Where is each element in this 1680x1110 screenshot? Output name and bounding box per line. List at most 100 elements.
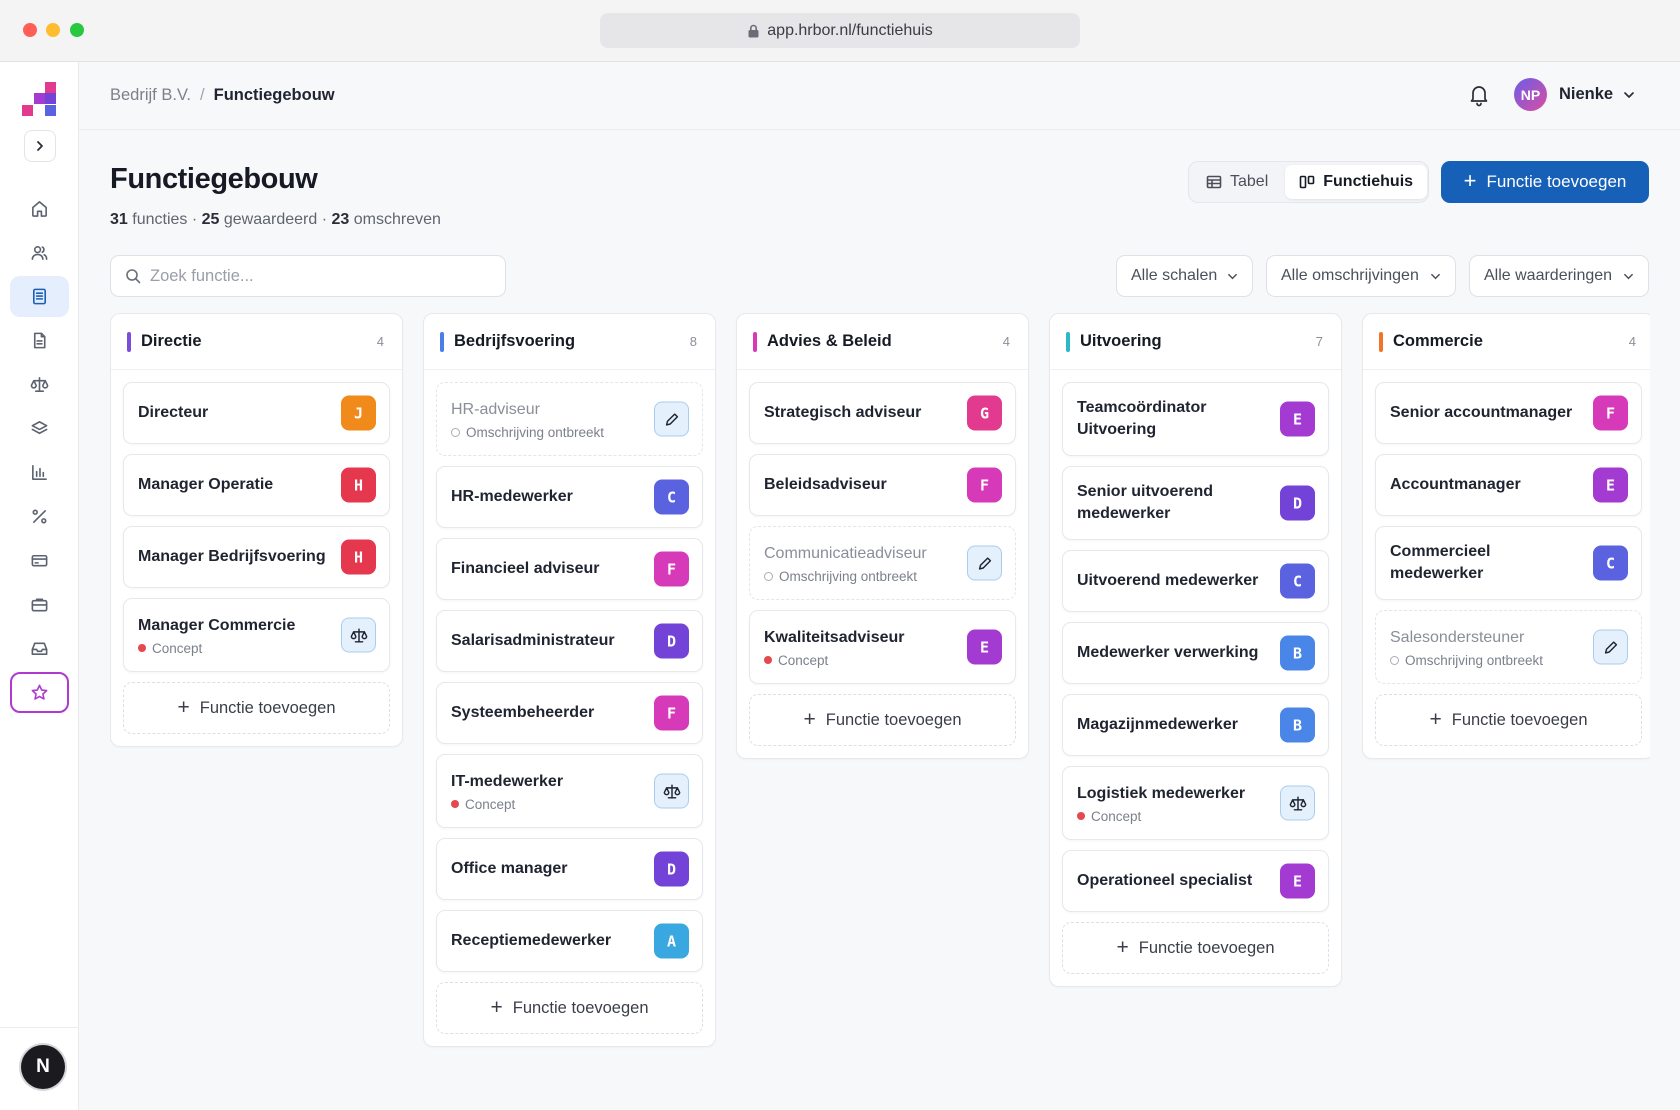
view-table-button[interactable]: Tabel [1192, 165, 1282, 199]
function-card[interactable]: Manager Commercie Concept [123, 598, 390, 672]
add-function-card[interactable]: + Functie toevoegen [1375, 694, 1642, 746]
sidebar-item-payments[interactable] [10, 540, 69, 581]
function-card[interactable]: Operationeel specialist E [1062, 850, 1329, 912]
user-avatar[interactable]: NP [1514, 78, 1547, 111]
function-card[interactable]: Financieel adviseur F [436, 538, 703, 600]
edit-description-button[interactable] [654, 401, 689, 437]
hrbor-logo[interactable] [22, 82, 56, 116]
sidebar-item-percentages[interactable] [10, 496, 69, 537]
chevron-down-icon [1624, 273, 1633, 279]
add-function-button[interactable]: + Functie toevoegen [1441, 161, 1649, 203]
close-window-button[interactable] [23, 23, 37, 37]
function-card[interactable]: IT-medewerker Concept [436, 754, 703, 828]
function-card[interactable]: Accountmanager E [1375, 454, 1642, 516]
user-name[interactable]: Nienke [1559, 85, 1613, 104]
status-text: Omschrijving ontbreekt [1405, 652, 1544, 668]
scale-badge: C [1593, 545, 1628, 581]
layers-icon [31, 421, 48, 435]
function-card[interactable]: Uitvoerend medewerker C [1062, 550, 1329, 612]
sidebar-item-layers[interactable] [10, 408, 69, 449]
maximize-window-button[interactable] [70, 23, 84, 37]
function-card[interactable]: Logistiek medewerker Concept [1062, 766, 1329, 840]
workspace-avatar[interactable]: N [21, 1045, 65, 1089]
status-text: Concept [152, 640, 203, 656]
sidebar-item-favorites[interactable] [10, 672, 69, 713]
scale-badge: F [654, 551, 689, 587]
function-name: Commercieel medewerker [1390, 543, 1491, 582]
status-label: Concept [764, 653, 1001, 668]
plus-icon: + [1463, 168, 1477, 193]
function-name: Accountmanager [1390, 476, 1521, 493]
column-count: 4 [376, 334, 384, 349]
add-function-card[interactable]: + Functie toevoegen [436, 982, 703, 1034]
sidebar-item-employees[interactable] [10, 232, 69, 273]
filter-schalen[interactable]: Alle schalen [1116, 255, 1253, 297]
add-function-label: Functie toevoegen [1486, 172, 1627, 191]
breadcrumb-parent-link[interactable]: Bedrijf B.V. [110, 86, 191, 105]
bell-icon[interactable] [1468, 83, 1490, 107]
column-color-bar [1066, 331, 1070, 352]
evaluate-button[interactable] [341, 617, 376, 653]
scale-icon [30, 377, 49, 392]
scale-icon [663, 783, 680, 799]
function-card[interactable]: Receptiemedewerker A [436, 910, 703, 972]
stats-summary: 31 functies · 25 gewaardeerd · 23 omschr… [110, 211, 441, 229]
functiehuis-board: Directie 4 Directeur J Manager Operatie … [110, 313, 1650, 1103]
sidebar-item-inbox[interactable] [10, 628, 69, 669]
scale-badge: G [967, 395, 1002, 431]
function-card[interactable]: Medewerker verwerking B [1062, 622, 1329, 684]
sidebar-item-jobs[interactable] [10, 584, 69, 625]
minimize-window-button[interactable] [46, 23, 60, 37]
function-card[interactable]: Salesondersteuner Omschrijving ontbreekt [1375, 610, 1642, 684]
evaluate-button[interactable] [654, 773, 689, 809]
function-card[interactable]: Teamcoördinator Uitvoering E [1062, 382, 1329, 456]
search-box[interactable] [110, 255, 506, 297]
sidebar-item-documents[interactable] [10, 320, 69, 361]
sidebar-item-functiegebouw[interactable] [10, 276, 69, 317]
filter-omschrijvingen[interactable]: Alle omschrijvingen [1266, 255, 1456, 297]
view-functiehuis-button[interactable]: Functiehuis [1285, 165, 1428, 199]
sidebar-item-home[interactable] [10, 188, 69, 229]
filter-waarderingen[interactable]: Alle waarderingen [1469, 255, 1649, 297]
function-name: Manager Operatie [138, 476, 274, 493]
column-color-bar [1379, 331, 1383, 352]
top-bar: Bedrijf B.V. / Functiegebouw NP Nienke [79, 62, 1680, 130]
function-card[interactable]: HR-adviseur Omschrijving ontbreekt [436, 382, 703, 456]
evaluate-button[interactable] [1280, 785, 1315, 821]
chevron-down-icon [1431, 273, 1440, 279]
sidebar-expand-button[interactable] [24, 130, 56, 162]
add-function-card[interactable]: + Functie toevoegen [749, 694, 1016, 746]
column-advies-beleid: Advies & Beleid 4 Strategisch adviseur G… [736, 313, 1029, 759]
filter-omschrijvingen-label: Alle omschrijvingen [1281, 267, 1419, 284]
address-bar[interactable]: app.hrbor.nl/functiehuis [600, 13, 1080, 48]
function-card[interactable]: Magazijnmedewerker B [1062, 694, 1329, 756]
function-card[interactable]: Manager Operatie H [123, 454, 390, 516]
function-card[interactable]: Senior accountmanager F [1375, 382, 1642, 444]
sidebar-item-reports[interactable] [10, 452, 69, 493]
function-card[interactable]: Directeur J [123, 382, 390, 444]
function-card[interactable]: HR-medewerker C [436, 466, 703, 528]
function-card[interactable]: Salarisadministrateur D [436, 610, 703, 672]
function-card[interactable]: Manager Bedrijfsvoering H [123, 526, 390, 588]
function-card[interactable]: Strategisch adviseur G [749, 382, 1016, 444]
edit-description-button[interactable] [1593, 629, 1628, 665]
function-card[interactable]: Senior uitvoerend medewerker D [1062, 466, 1329, 540]
users-icon [31, 245, 48, 260]
concept-status-dot [764, 656, 772, 664]
function-card[interactable]: Beleidsadviseur F [749, 454, 1016, 516]
search-input[interactable] [150, 266, 480, 286]
function-card[interactable]: Office manager D [436, 838, 703, 900]
function-card[interactable]: Systeembeheerder F [436, 682, 703, 744]
add-function-card[interactable]: + Functie toevoegen [1062, 922, 1329, 974]
edit-description-button[interactable] [967, 545, 1002, 581]
chevron-down-icon[interactable] [1623, 89, 1635, 101]
column-uitvoering: Uitvoering 7 Teamcoördinator Uitvoering … [1049, 313, 1342, 987]
add-function-card[interactable]: + Functie toevoegen [123, 682, 390, 734]
plus-icon: + [177, 695, 190, 719]
sidebar-item-waardering[interactable] [10, 364, 69, 405]
plus-icon: + [1116, 935, 1129, 959]
function-card[interactable]: Commercieel medewerker C [1375, 526, 1642, 600]
function-card[interactable]: Kwaliteitsadviseur Concept E [749, 610, 1016, 684]
column-count: 4 [1002, 334, 1010, 349]
function-card[interactable]: Communicatieadviseur Omschrijving ontbre… [749, 526, 1016, 600]
